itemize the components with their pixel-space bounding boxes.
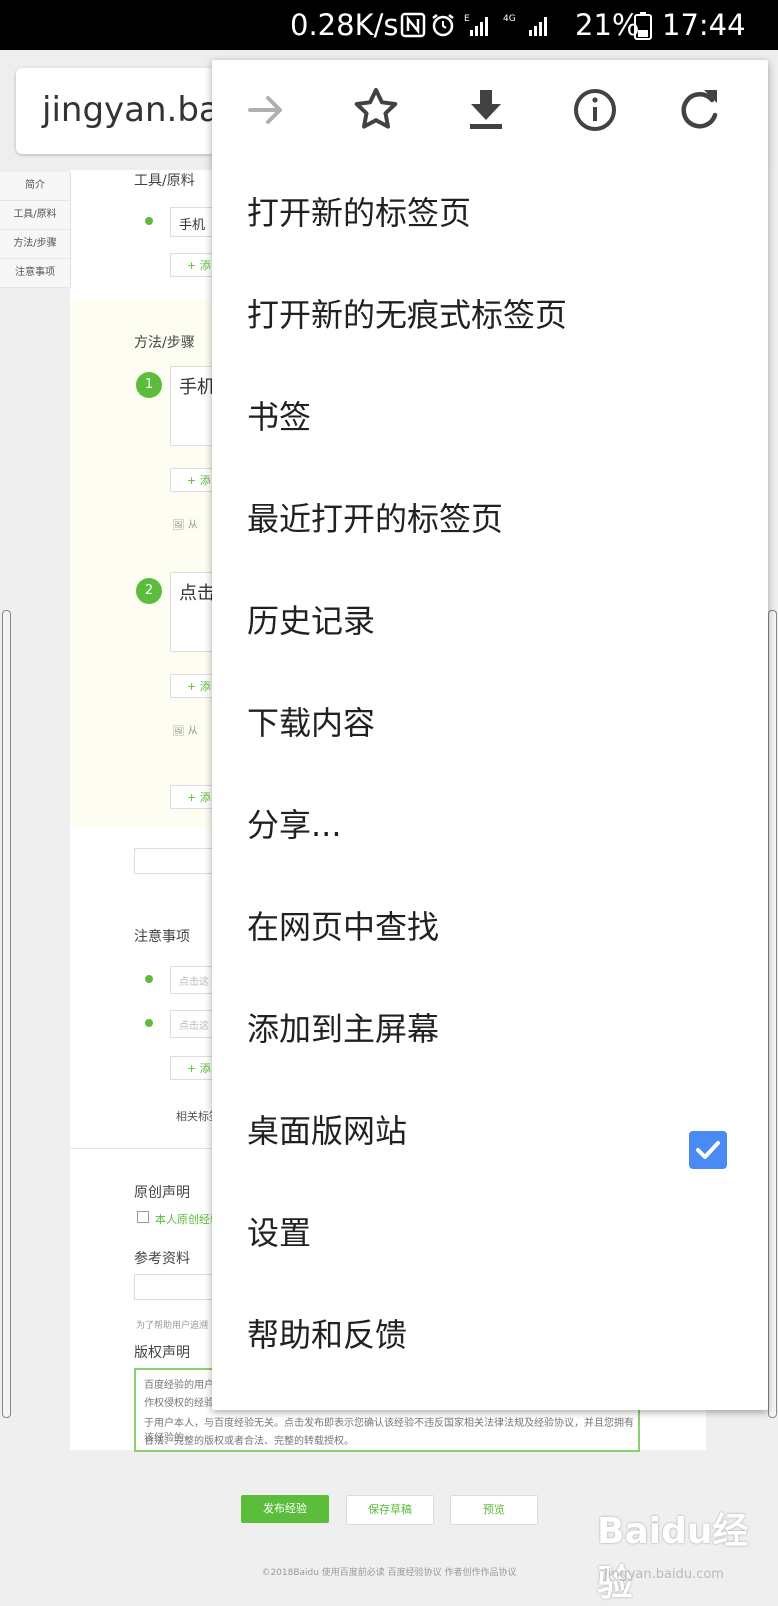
svg-text:4G: 4G xyxy=(503,14,516,24)
baidu-watermark: Baidu经验 xyxy=(597,1511,749,1604)
sidebar-item-intro[interactable]: 简介 xyxy=(0,172,70,201)
copyright-line-2: 作权侵权的经验 xyxy=(144,1398,214,1409)
step-number-1: 1 xyxy=(136,372,162,398)
copyright-line-1: 百度经验的用户 xyxy=(144,1380,214,1391)
sidebar-item-tools[interactable]: 工具/原料 xyxy=(0,201,70,230)
download-icon xyxy=(470,90,502,129)
battery-percent: 21% xyxy=(575,8,640,42)
menu-item-bookmarks[interactable]: 书签 xyxy=(247,397,311,437)
desktop-site-checkbox[interactable] xyxy=(689,1131,727,1169)
preview-button[interactable]: 预览 xyxy=(450,1495,538,1525)
svg-text:E: E xyxy=(464,14,470,24)
reload-button[interactable] xyxy=(672,82,728,138)
menu-item-help-feedback[interactable]: 帮助和反馈 xyxy=(247,1315,407,1355)
copyright-line-4: 合法、完整的版权或者合法、完整的转载授权。 xyxy=(144,1436,354,1447)
step-number-2: 2 xyxy=(136,578,162,604)
save-draft-button[interactable]: 保存草稿 xyxy=(346,1495,434,1525)
nfc-icon xyxy=(400,12,426,44)
menu-item-new-incognito-tab[interactable]: 打开新的无痕式标签页 xyxy=(247,295,567,335)
checkmark-icon xyxy=(696,1141,720,1159)
signal-4g-icon: 4G xyxy=(503,12,555,44)
tools-heading: 工具/原料 xyxy=(134,173,195,189)
info-icon xyxy=(574,89,616,131)
menu-item-find-in-page[interactable]: 在网页中查找 xyxy=(247,907,439,947)
page-info-button[interactable] xyxy=(567,82,623,138)
menu-item-add-to-home[interactable]: 添加到主屏幕 xyxy=(247,1009,439,1049)
menu-item-downloads[interactable]: 下载内容 xyxy=(247,703,375,743)
bullet-dot xyxy=(145,975,153,983)
menu-item-desktop-site[interactable]: 桌面版网站 xyxy=(247,1111,407,1151)
menu-item-recent-tabs[interactable]: 最近打开的标签页 xyxy=(247,499,503,539)
bookmark-star-button[interactable] xyxy=(348,82,404,138)
reference-input[interactable] xyxy=(134,1274,214,1300)
sidebar-item-notes[interactable]: 注意事项 xyxy=(0,259,70,288)
steps-heading: 方法/步骤 xyxy=(134,335,195,351)
menu-item-history[interactable]: 历史记录 xyxy=(247,601,375,641)
original-heading: 原创声明 xyxy=(134,1185,190,1201)
status-bar: 0.28K/s E 4G 21% 17:44 xyxy=(0,0,778,50)
reload-icon xyxy=(681,90,718,129)
sidebar-nav: 简介 工具/原料 方法/步骤 注意事项 xyxy=(0,172,71,288)
alarm-icon xyxy=(430,12,456,44)
reference-heading: 参考资料 xyxy=(134,1251,190,1267)
right-scroll-handle[interactable] xyxy=(768,610,777,1418)
network-speed: 0.28K/s xyxy=(290,8,399,42)
image-upload-label-2: 从 xyxy=(187,726,198,737)
left-scroll-handle[interactable] xyxy=(2,610,11,1418)
notes-heading: 注意事项 xyxy=(134,929,190,945)
image-icon: 🖼 xyxy=(172,726,185,737)
menu-toolbar xyxy=(212,60,768,164)
image-icon: 🖼 xyxy=(172,520,185,531)
original-checkbox[interactable] xyxy=(137,1211,149,1223)
menu-item-settings[interactable]: 设置 xyxy=(247,1213,311,1253)
step-extra-input[interactable] xyxy=(134,848,214,874)
download-button[interactable] xyxy=(458,82,514,138)
image-upload-link-2[interactable]: 🖼 从 xyxy=(172,722,198,737)
bullet-dot xyxy=(145,217,153,225)
url-text: jingyan.baidu.com xyxy=(42,90,216,130)
menu-item-share[interactable]: 分享... xyxy=(247,805,342,845)
bullet-dot xyxy=(145,1019,153,1027)
battery-icon xyxy=(634,12,652,46)
overflow-menu: 打开新的标签页 打开新的无痕式标签页 书签 最近打开的标签页 历史记录 下载内容… xyxy=(212,60,768,1410)
menu-item-new-tab[interactable]: 打开新的标签页 xyxy=(247,193,471,233)
reference-note: 为了帮助用户追溯 xyxy=(136,1321,209,1331)
address-bar[interactable]: jingyan.baidu.com xyxy=(16,68,216,154)
forward-button[interactable] xyxy=(238,82,294,138)
sidebar-item-steps[interactable]: 方法/步骤 xyxy=(0,230,70,259)
star-icon xyxy=(354,88,398,129)
image-upload-link[interactable]: 🖼 从 xyxy=(172,516,198,531)
forward-arrow-icon xyxy=(248,96,282,124)
image-upload-label: 从 xyxy=(187,520,198,531)
clock: 17:44 xyxy=(662,8,746,42)
publish-button[interactable]: 发布经验 xyxy=(241,1495,329,1523)
signal-e-icon: E xyxy=(464,12,494,44)
copyright-heading: 版权声明 xyxy=(134,1345,190,1361)
baidu-watermark-url: jingyan.baidu.com xyxy=(604,1567,724,1582)
